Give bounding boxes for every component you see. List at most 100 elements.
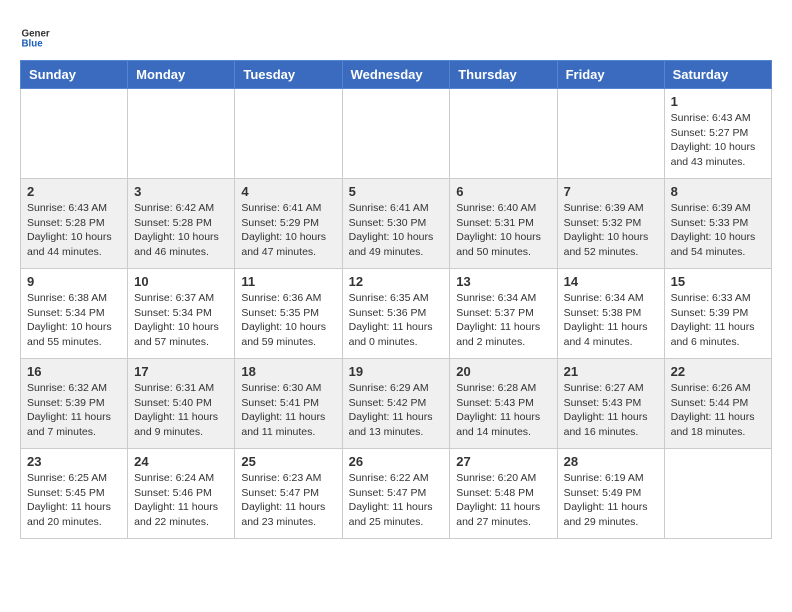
week-row-3: 9 Sunrise: 6:38 AM Sunset: 5:34 PM Daylig…: [21, 269, 772, 359]
day-info: Sunrise: 6:25 AM Sunset: 5:45 PM Dayligh…: [27, 471, 121, 530]
logo: General Blue: [20, 20, 50, 50]
weekday-saturday: Saturday: [664, 61, 771, 89]
day-info: Sunrise: 6:38 AM Sunset: 5:34 PM Dayligh…: [27, 291, 121, 350]
day-cell: 7 Sunrise: 6:39 AM Sunset: 5:32 PM Daylig…: [557, 179, 664, 269]
day-info: Sunrise: 6:41 AM Sunset: 5:29 PM Dayligh…: [241, 201, 335, 260]
day-cell: [235, 89, 342, 179]
day-cell: 11 Sunrise: 6:36 AM Sunset: 5:35 PM Dayli…: [235, 269, 342, 359]
day-number: 3: [134, 184, 228, 199]
week-row-1: 1 Sunrise: 6:43 AM Sunset: 5:27 PM Daylig…: [21, 89, 772, 179]
day-info: Sunrise: 6:20 AM Sunset: 5:48 PM Dayligh…: [456, 471, 550, 530]
day-cell: [557, 89, 664, 179]
day-number: 7: [564, 184, 658, 199]
header: General Blue: [20, 20, 772, 50]
day-info: Sunrise: 6:43 AM Sunset: 5:28 PM Dayligh…: [27, 201, 121, 260]
calendar-body: 1 Sunrise: 6:43 AM Sunset: 5:27 PM Daylig…: [21, 89, 772, 539]
day-number: 22: [671, 364, 765, 379]
day-info: Sunrise: 6:37 AM Sunset: 5:34 PM Dayligh…: [134, 291, 228, 350]
day-cell: 17 Sunrise: 6:31 AM Sunset: 5:40 PM Dayli…: [128, 359, 235, 449]
week-row-2: 2 Sunrise: 6:43 AM Sunset: 5:28 PM Daylig…: [21, 179, 772, 269]
day-cell: [128, 89, 235, 179]
day-info: Sunrise: 6:36 AM Sunset: 5:35 PM Dayligh…: [241, 291, 335, 350]
day-info: Sunrise: 6:41 AM Sunset: 5:30 PM Dayligh…: [349, 201, 444, 260]
day-info: Sunrise: 6:39 AM Sunset: 5:32 PM Dayligh…: [564, 201, 658, 260]
weekday-tuesday: Tuesday: [235, 61, 342, 89]
day-number: 26: [349, 454, 444, 469]
day-cell: 19 Sunrise: 6:29 AM Sunset: 5:42 PM Dayli…: [342, 359, 450, 449]
day-cell: 5 Sunrise: 6:41 AM Sunset: 5:30 PM Daylig…: [342, 179, 450, 269]
day-info: Sunrise: 6:35 AM Sunset: 5:36 PM Dayligh…: [349, 291, 444, 350]
day-info: Sunrise: 6:26 AM Sunset: 5:44 PM Dayligh…: [671, 381, 765, 440]
day-number: 18: [241, 364, 335, 379]
day-cell: [664, 449, 771, 539]
day-info: Sunrise: 6:23 AM Sunset: 5:47 PM Dayligh…: [241, 471, 335, 530]
weekday-friday: Friday: [557, 61, 664, 89]
day-number: 19: [349, 364, 444, 379]
day-number: 27: [456, 454, 550, 469]
day-info: Sunrise: 6:24 AM Sunset: 5:46 PM Dayligh…: [134, 471, 228, 530]
day-number: 1: [671, 94, 765, 109]
day-cell: 8 Sunrise: 6:39 AM Sunset: 5:33 PM Daylig…: [664, 179, 771, 269]
day-info: Sunrise: 6:29 AM Sunset: 5:42 PM Dayligh…: [349, 381, 444, 440]
weekday-thursday: Thursday: [450, 61, 557, 89]
day-info: Sunrise: 6:31 AM Sunset: 5:40 PM Dayligh…: [134, 381, 228, 440]
day-cell: 4 Sunrise: 6:41 AM Sunset: 5:29 PM Daylig…: [235, 179, 342, 269]
day-cell: 25Sunrise: 6:23 AM Sunset: 5:47 PM Dayli…: [235, 449, 342, 539]
day-cell: 13 Sunrise: 6:34 AM Sunset: 5:37 PM Dayli…: [450, 269, 557, 359]
svg-text:Blue: Blue: [22, 38, 44, 49]
day-cell: 26 Sunrise: 6:22 AM Sunset: 5:47 PM Dayli…: [342, 449, 450, 539]
day-cell: 12 Sunrise: 6:35 AM Sunset: 5:36 PM Dayli…: [342, 269, 450, 359]
day-info: Sunrise: 6:34 AM Sunset: 5:38 PM Dayligh…: [564, 291, 658, 350]
day-cell: [450, 89, 557, 179]
day-cell: [342, 89, 450, 179]
day-number: 12: [349, 274, 444, 289]
day-number: 17: [134, 364, 228, 379]
weekday-sunday: Sunday: [21, 61, 128, 89]
day-cell: 28 Sunrise: 6:19 AM Sunset: 5:49 PM Dayli…: [557, 449, 664, 539]
day-number: 21: [564, 364, 658, 379]
day-number: 5: [349, 184, 444, 199]
day-cell: 20 Sunrise: 6:28 AM Sunset: 5:43 PM Dayli…: [450, 359, 557, 449]
day-cell: 3 Sunrise: 6:42 AM Sunset: 5:28 PM Daylig…: [128, 179, 235, 269]
day-info: Sunrise: 6:19 AM Sunset: 5:49 PM Dayligh…: [564, 471, 658, 530]
day-number: 9: [27, 274, 121, 289]
day-number: 16: [27, 364, 121, 379]
day-cell: 24Sunrise: 6:24 AM Sunset: 5:46 PM Dayli…: [128, 449, 235, 539]
day-info: Sunrise: 6:33 AM Sunset: 5:39 PM Dayligh…: [671, 291, 765, 350]
day-number: 10: [134, 274, 228, 289]
weekday-wednesday: Wednesday: [342, 61, 450, 89]
day-number: 15: [671, 274, 765, 289]
day-info: Sunrise: 6:42 AM Sunset: 5:28 PM Dayligh…: [134, 201, 228, 260]
day-number: 14: [564, 274, 658, 289]
day-number: 8: [671, 184, 765, 199]
day-number: 6: [456, 184, 550, 199]
day-cell: 23 Sunrise: 6:25 AM Sunset: 5:45 PM Dayli…: [21, 449, 128, 539]
day-number: 20: [456, 364, 550, 379]
day-number: 11: [241, 274, 335, 289]
day-number: 13: [456, 274, 550, 289]
day-info: Sunrise: 6:27 AM Sunset: 5:43 PM Dayligh…: [564, 381, 658, 440]
day-cell: 10 Sunrise: 6:37 AM Sunset: 5:34 PM Dayli…: [128, 269, 235, 359]
day-number: 4: [241, 184, 335, 199]
day-cell: 22 Sunrise: 6:26 AM Sunset: 5:44 PM Dayli…: [664, 359, 771, 449]
day-info: Sunrise: 6:30 AM Sunset: 5:41 PM Dayligh…: [241, 381, 335, 440]
day-info: Sunrise: 6:43 AM Sunset: 5:27 PM Dayligh…: [671, 111, 765, 170]
day-info: Sunrise: 6:34 AM Sunset: 5:37 PM Dayligh…: [456, 291, 550, 350]
day-cell: 15 Sunrise: 6:33 AM Sunset: 5:39 PM Dayli…: [664, 269, 771, 359]
day-cell: 9 Sunrise: 6:38 AM Sunset: 5:34 PM Daylig…: [21, 269, 128, 359]
day-cell: 1 Sunrise: 6:43 AM Sunset: 5:27 PM Daylig…: [664, 89, 771, 179]
day-info: Sunrise: 6:22 AM Sunset: 5:47 PM Dayligh…: [349, 471, 444, 530]
day-cell: 21 Sunrise: 6:27 AM Sunset: 5:43 PM Dayli…: [557, 359, 664, 449]
week-row-4: 16Sunrise: 6:32 AM Sunset: 5:39 PM Dayli…: [21, 359, 772, 449]
weekday-header: SundayMondayTuesdayWednesdayThursdayFrid…: [21, 61, 772, 89]
day-cell: 2 Sunrise: 6:43 AM Sunset: 5:28 PM Daylig…: [21, 179, 128, 269]
week-row-5: 23 Sunrise: 6:25 AM Sunset: 5:45 PM Dayli…: [21, 449, 772, 539]
calendar: SundayMondayTuesdayWednesdayThursdayFrid…: [20, 60, 772, 539]
day-info: Sunrise: 6:28 AM Sunset: 5:43 PM Dayligh…: [456, 381, 550, 440]
day-info: Sunrise: 6:39 AM Sunset: 5:33 PM Dayligh…: [671, 201, 765, 260]
day-info: Sunrise: 6:40 AM Sunset: 5:31 PM Dayligh…: [456, 201, 550, 260]
day-number: 28: [564, 454, 658, 469]
day-cell: 27 Sunrise: 6:20 AM Sunset: 5:48 PM Dayli…: [450, 449, 557, 539]
day-number: 2: [27, 184, 121, 199]
day-number: 23: [27, 454, 121, 469]
